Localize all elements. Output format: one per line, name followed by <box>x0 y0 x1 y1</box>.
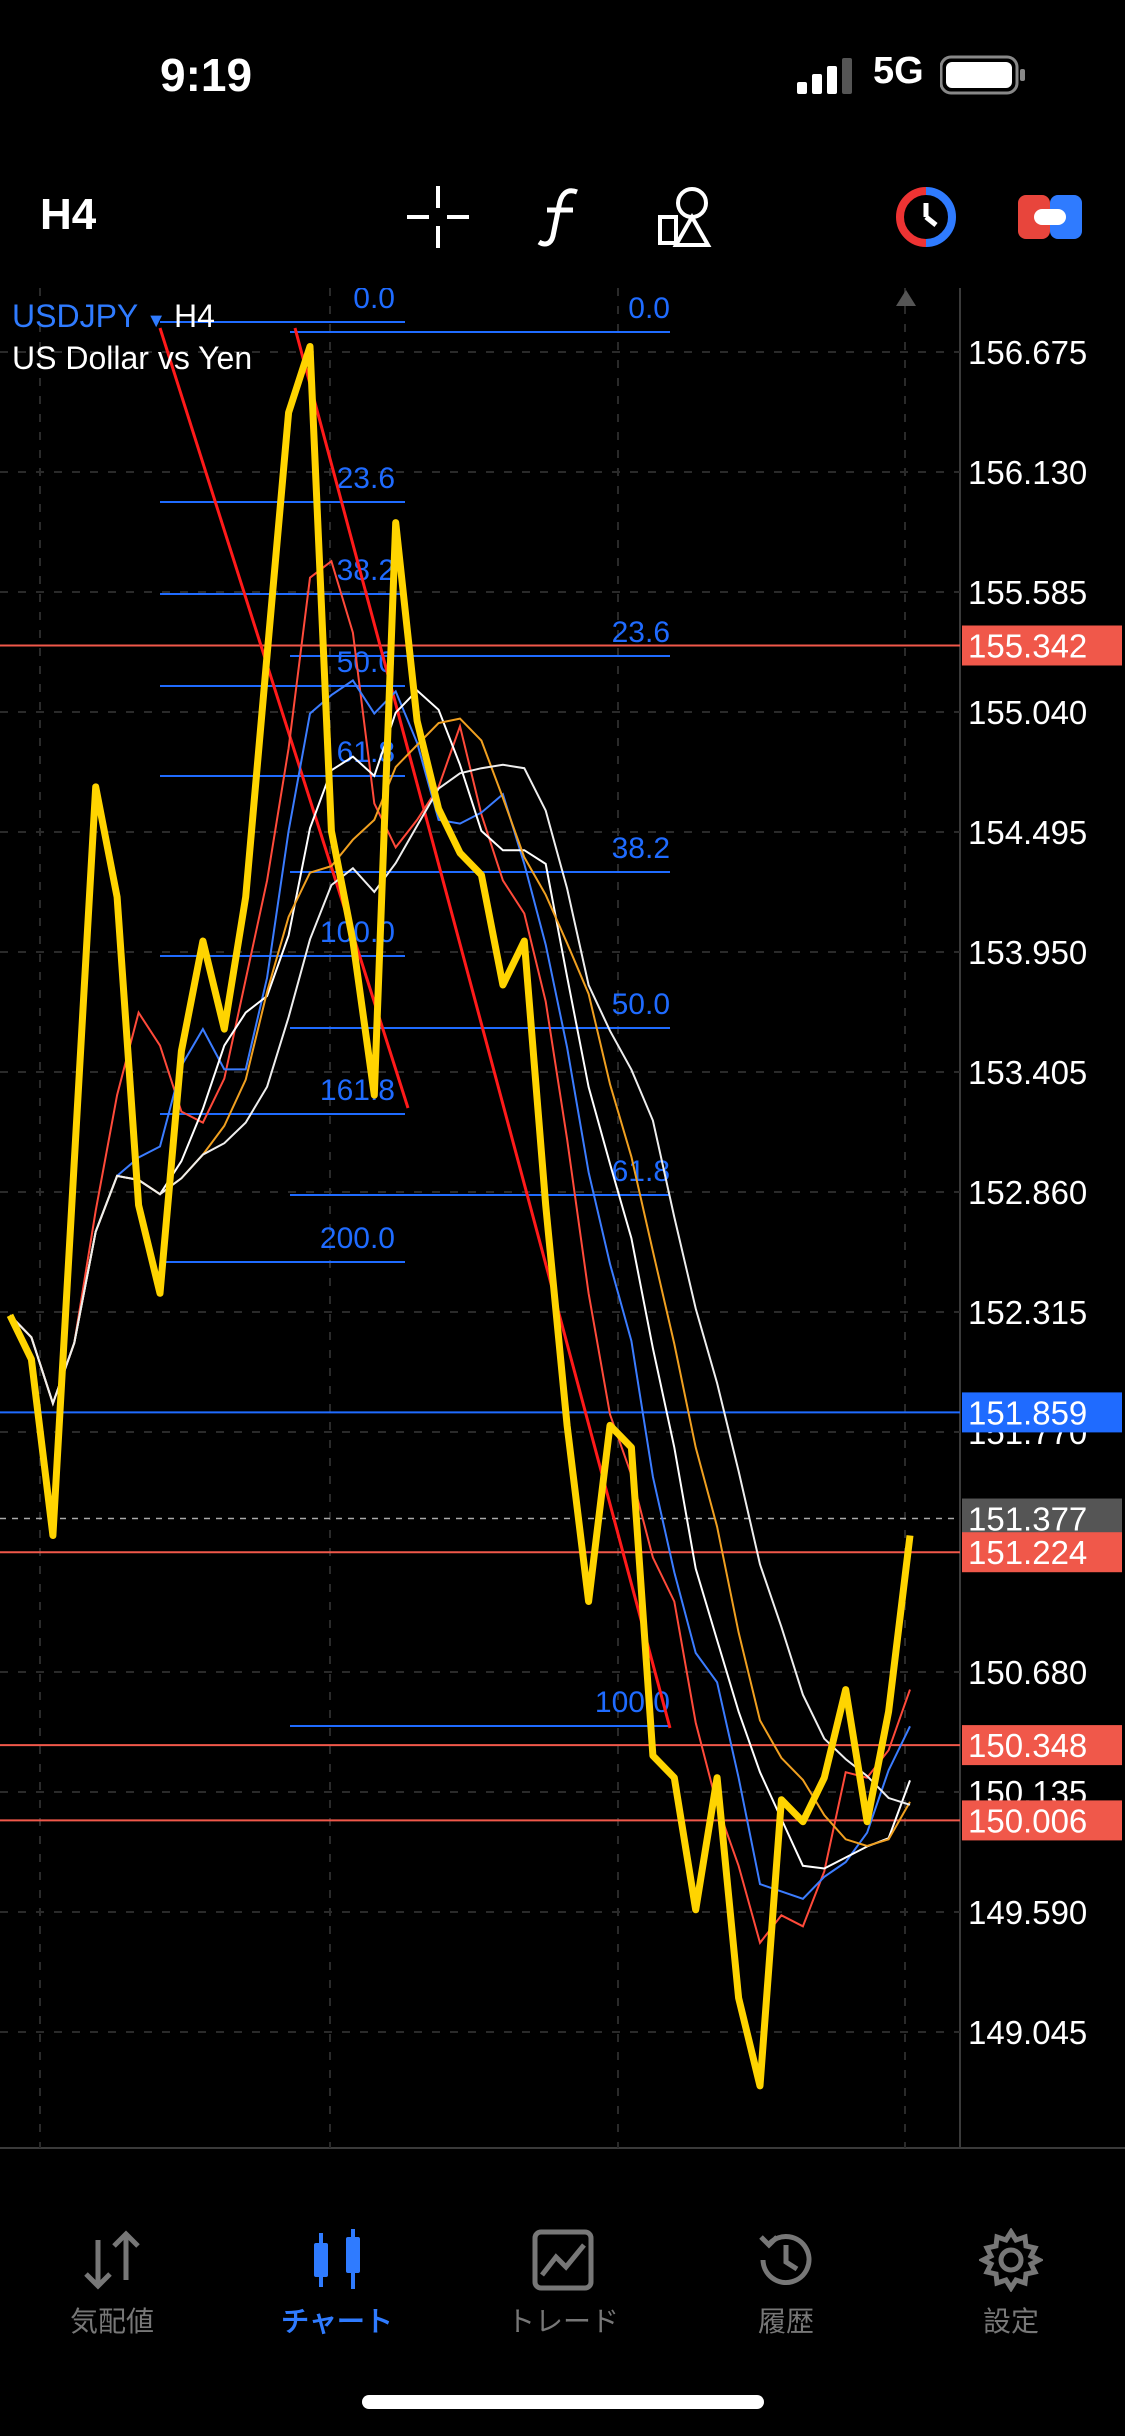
trade-icon <box>488 2220 638 2300</box>
moving-average-line <box>9 689 911 1870</box>
fib-level-label: 38.2 <box>612 832 670 865</box>
symbol-header[interactable]: USDJPY ▼ H4 <box>12 298 215 335</box>
nav-quotes[interactable]: 気配値 <box>37 2220 187 2340</box>
nav-chart[interactable]: チャート <box>262 2220 412 2340</box>
price-level-badge-text: 150.348 <box>968 1727 1087 1764</box>
price-line <box>6 343 914 2090</box>
status-time: 9:19 <box>160 49 253 101</box>
price-level-badge-text: 151.859 <box>968 1394 1087 1431</box>
nav-history-label: 履歴 <box>757 2306 814 2337</box>
trade-panel-icon[interactable] <box>1018 185 1082 249</box>
price-tick-label: 153.405 <box>968 1054 1087 1091</box>
chart-toolbar: H4 <box>0 160 1125 270</box>
objects-icon[interactable] <box>656 185 720 249</box>
moving-average-line <box>9 717 911 1847</box>
price-tick-label: 153.950 <box>968 934 1087 971</box>
home-indicator <box>362 2395 764 2409</box>
moving-average-line <box>9 678 911 1900</box>
price-level-badge-text: 151.224 <box>968 1534 1087 1571</box>
moving-average-line <box>9 763 911 1806</box>
fib-level-label: 0.0 <box>353 288 395 315</box>
status-bar: 9:19 5G <box>0 0 1125 150</box>
nav-quotes-label: 気配値 <box>69 2306 154 2337</box>
date-tick-label: 18 Nov 00:00 <box>338 2149 534 2150</box>
fib-level-label: 161.8 <box>320 1074 395 1107</box>
symbol-dropdown-icon[interactable]: ▼ <box>146 310 166 332</box>
fib-level-label: 23.6 <box>612 616 670 649</box>
history-icon <box>711 2220 861 2300</box>
price-tick-label: 149.045 <box>968 2014 1087 2051</box>
price-tick-label: 156.675 <box>968 334 1087 371</box>
chart-canvas[interactable]: 0.023.638.250.061.8100.0161.8200.00.023.… <box>0 288 1125 2150</box>
timeframe-button[interactable]: H4 <box>40 190 96 240</box>
chart-icon <box>262 2220 412 2300</box>
fib-level-label: 50.0 <box>612 988 670 1021</box>
nav-settings[interactable]: 設定 <box>936 2220 1086 2340</box>
date-tick-label: 28 Nov 00:00 <box>626 2149 822 2150</box>
price-level-badge-text: 155.342 <box>968 628 1087 665</box>
nav-chart-label: チャート <box>281 2306 393 2337</box>
signal-icon <box>797 58 852 94</box>
price-level-badge-text: 151.377 <box>968 1501 1087 1538</box>
symbol-description: US Dollar vs Yen <box>12 340 253 376</box>
settings-icon <box>936 2220 1086 2300</box>
nav-settings-label: 設定 <box>982 2306 1039 2337</box>
date-tick-label: 6 Nov 00:00 <box>48 2149 226 2150</box>
chart-timeframe: H4 <box>174 298 215 334</box>
fib-level-label: 38.2 <box>337 554 395 587</box>
battery-icon <box>940 55 1025 95</box>
price-tick-label: 155.040 <box>968 694 1087 731</box>
price-tick-label: 156.130 <box>968 454 1087 491</box>
function-icon[interactable] <box>530 185 594 249</box>
fib-level-label: 0.0 <box>628 292 670 325</box>
price-tick-label: 154.495 <box>968 814 1087 851</box>
nav-trade[interactable]: トレード <box>488 2220 638 2340</box>
date-tick-label: 10 Dec 00:0 <box>913 2149 1091 2150</box>
moving-average-line <box>9 559 911 1945</box>
fib-level-label: 23.6 <box>337 462 395 495</box>
one-click-trading-icon[interactable] <box>894 185 958 249</box>
nav-history[interactable]: 履歴 <box>711 2220 861 2340</box>
price-tick-label: 152.860 <box>968 1174 1087 1211</box>
crosshair-icon[interactable] <box>406 185 470 249</box>
price-tick-label: 149.590 <box>968 1894 1087 1931</box>
price-tick-label: 155.585 <box>968 574 1087 611</box>
nav-trade-label: トレード <box>506 2306 619 2337</box>
price-level-badge-text: 150.006 <box>968 1802 1087 1839</box>
quotes-icon <box>37 2220 187 2300</box>
symbol-name[interactable]: USDJPY <box>12 298 138 334</box>
network-label: 5G <box>873 50 924 92</box>
price-tick-label: 150.680 <box>968 1654 1087 1691</box>
scroll-end-marker <box>896 290 916 306</box>
price-tick-label: 152.315 <box>968 1294 1087 1331</box>
price-chart[interactable]: 0.0 23.6 38.2 50.0 61.8 100.0 161.8 200.0 0.0 23.… <box>0 288 1125 2150</box>
fib-level-label: 200.0 <box>320 1222 395 1255</box>
